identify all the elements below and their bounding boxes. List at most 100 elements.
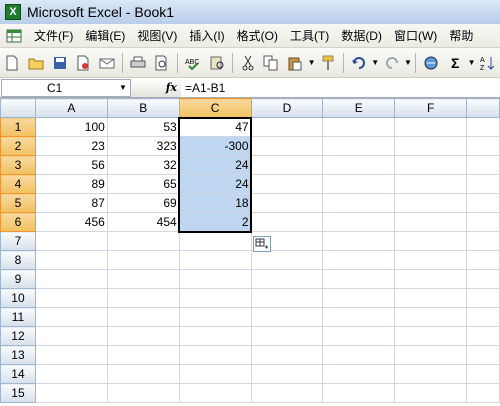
cell-b11[interactable]: [106, 307, 180, 327]
redo-dropdown-icon[interactable]: ▼: [404, 58, 413, 67]
cell-overflow[interactable]: [466, 212, 500, 232]
menu-edit[interactable]: 编辑(E): [79, 27, 131, 44]
column-header-e[interactable]: E: [322, 98, 396, 118]
cell-f11[interactable]: [394, 307, 468, 327]
cell-c15[interactable]: [178, 383, 252, 403]
cell-f15[interactable]: [394, 383, 468, 403]
cell-d8[interactable]: [250, 250, 324, 270]
cell-d5[interactable]: [250, 193, 324, 213]
row-header[interactable]: 14: [0, 364, 36, 384]
cell-overflow[interactable]: [466, 269, 500, 289]
cell-d12[interactable]: [250, 326, 324, 346]
menu-insert[interactable]: 插入(I): [183, 27, 230, 44]
save-icon[interactable]: [50, 53, 70, 73]
cell-c12[interactable]: [178, 326, 252, 346]
name-box[interactable]: C1 ▼: [1, 78, 131, 97]
cell-d3[interactable]: [250, 155, 324, 175]
cell-f6[interactable]: [394, 212, 468, 232]
cell-overflow[interactable]: [466, 193, 500, 213]
cell-e13[interactable]: [322, 345, 396, 365]
cell-e2[interactable]: [322, 136, 396, 156]
cell-c9[interactable]: [178, 269, 252, 289]
cell-b13[interactable]: [106, 345, 180, 365]
cell-overflow[interactable]: [466, 117, 500, 137]
cell-d6[interactable]: [250, 212, 324, 232]
autosum-icon[interactable]: Σ: [445, 53, 465, 73]
row-header[interactable]: 5: [0, 193, 36, 213]
cell-a1[interactable]: 100: [34, 117, 108, 137]
open-icon[interactable]: [26, 53, 46, 73]
cell-a3[interactable]: 56: [34, 155, 108, 175]
workbook-icon[interactable]: [4, 27, 24, 45]
cell-overflow[interactable]: [466, 231, 500, 251]
cell-e7[interactable]: [322, 231, 396, 251]
cell-f12[interactable]: [394, 326, 468, 346]
cell-d11[interactable]: [250, 307, 324, 327]
auto-fill-options-icon[interactable]: [253, 235, 272, 252]
cell-c3[interactable]: 24: [178, 155, 252, 175]
cell-a5[interactable]: 87: [34, 193, 108, 213]
cell-overflow[interactable]: [466, 250, 500, 270]
column-header-a[interactable]: A: [34, 98, 108, 118]
cell-a12[interactable]: [34, 326, 108, 346]
undo-icon[interactable]: [349, 53, 369, 73]
cell-c2[interactable]: -300: [178, 136, 252, 156]
cell-c6[interactable]: 2: [178, 212, 252, 232]
cell-d15[interactable]: [250, 383, 324, 403]
row-header[interactable]: 10: [0, 288, 36, 308]
cell-f14[interactable]: [394, 364, 468, 384]
permission-icon[interactable]: [74, 53, 94, 73]
row-header[interactable]: 7: [0, 231, 36, 251]
cell-a15[interactable]: [34, 383, 108, 403]
cell-f10[interactable]: [394, 288, 468, 308]
menu-window[interactable]: 窗口(W): [388, 27, 443, 44]
cell-c11[interactable]: [178, 307, 252, 327]
cell-a14[interactable]: [34, 364, 108, 384]
cell-f8[interactable]: [394, 250, 468, 270]
print-icon[interactable]: [128, 53, 148, 73]
cell-d10[interactable]: [250, 288, 324, 308]
cell-overflow[interactable]: [466, 136, 500, 156]
cell-e10[interactable]: [322, 288, 396, 308]
cell-f4[interactable]: [394, 174, 468, 194]
cell-a13[interactable]: [34, 345, 108, 365]
cell-c1[interactable]: 47: [178, 117, 252, 137]
cell-b8[interactable]: [106, 250, 180, 270]
cell-e11[interactable]: [322, 307, 396, 327]
redo-icon[interactable]: [382, 53, 402, 73]
print-preview-icon[interactable]: [152, 53, 172, 73]
cell-c5[interactable]: 18: [178, 193, 252, 213]
row-header[interactable]: 13: [0, 345, 36, 365]
cell-a4[interactable]: 89: [34, 174, 108, 194]
column-header-b[interactable]: B: [106, 98, 180, 118]
autosum-dropdown-icon[interactable]: ▼: [467, 58, 476, 67]
format-painter-icon[interactable]: [318, 53, 338, 73]
cell-e1[interactable]: [322, 117, 396, 137]
cell-e6[interactable]: [322, 212, 396, 232]
row-header[interactable]: 6: [0, 212, 36, 232]
cell-e9[interactable]: [322, 269, 396, 289]
cell-b9[interactable]: [106, 269, 180, 289]
row-header[interactable]: 8: [0, 250, 36, 270]
cell-b15[interactable]: [106, 383, 180, 403]
row-header[interactable]: 9: [0, 269, 36, 289]
cell-f13[interactable]: [394, 345, 468, 365]
cell-b1[interactable]: 53: [106, 117, 180, 137]
cell-overflow[interactable]: [466, 307, 500, 327]
spelling-icon[interactable]: ABC: [183, 53, 203, 73]
cell-f9[interactable]: [394, 269, 468, 289]
menu-data[interactable]: 数据(D): [335, 27, 388, 44]
cell-a7[interactable]: [34, 231, 108, 251]
cell-b7[interactable]: [106, 231, 180, 251]
row-header[interactable]: 2: [0, 136, 36, 156]
cell-c7[interactable]: [178, 231, 252, 251]
cell-e14[interactable]: [322, 364, 396, 384]
paste-dropdown-icon[interactable]: ▼: [307, 58, 316, 67]
cell-b14[interactable]: [106, 364, 180, 384]
column-header-d[interactable]: D: [250, 98, 324, 118]
cell-a9[interactable]: [34, 269, 108, 289]
select-all-corner[interactable]: [0, 98, 36, 118]
cell-f3[interactable]: [394, 155, 468, 175]
cell-overflow[interactable]: [466, 155, 500, 175]
paste-icon[interactable]: [285, 53, 305, 73]
